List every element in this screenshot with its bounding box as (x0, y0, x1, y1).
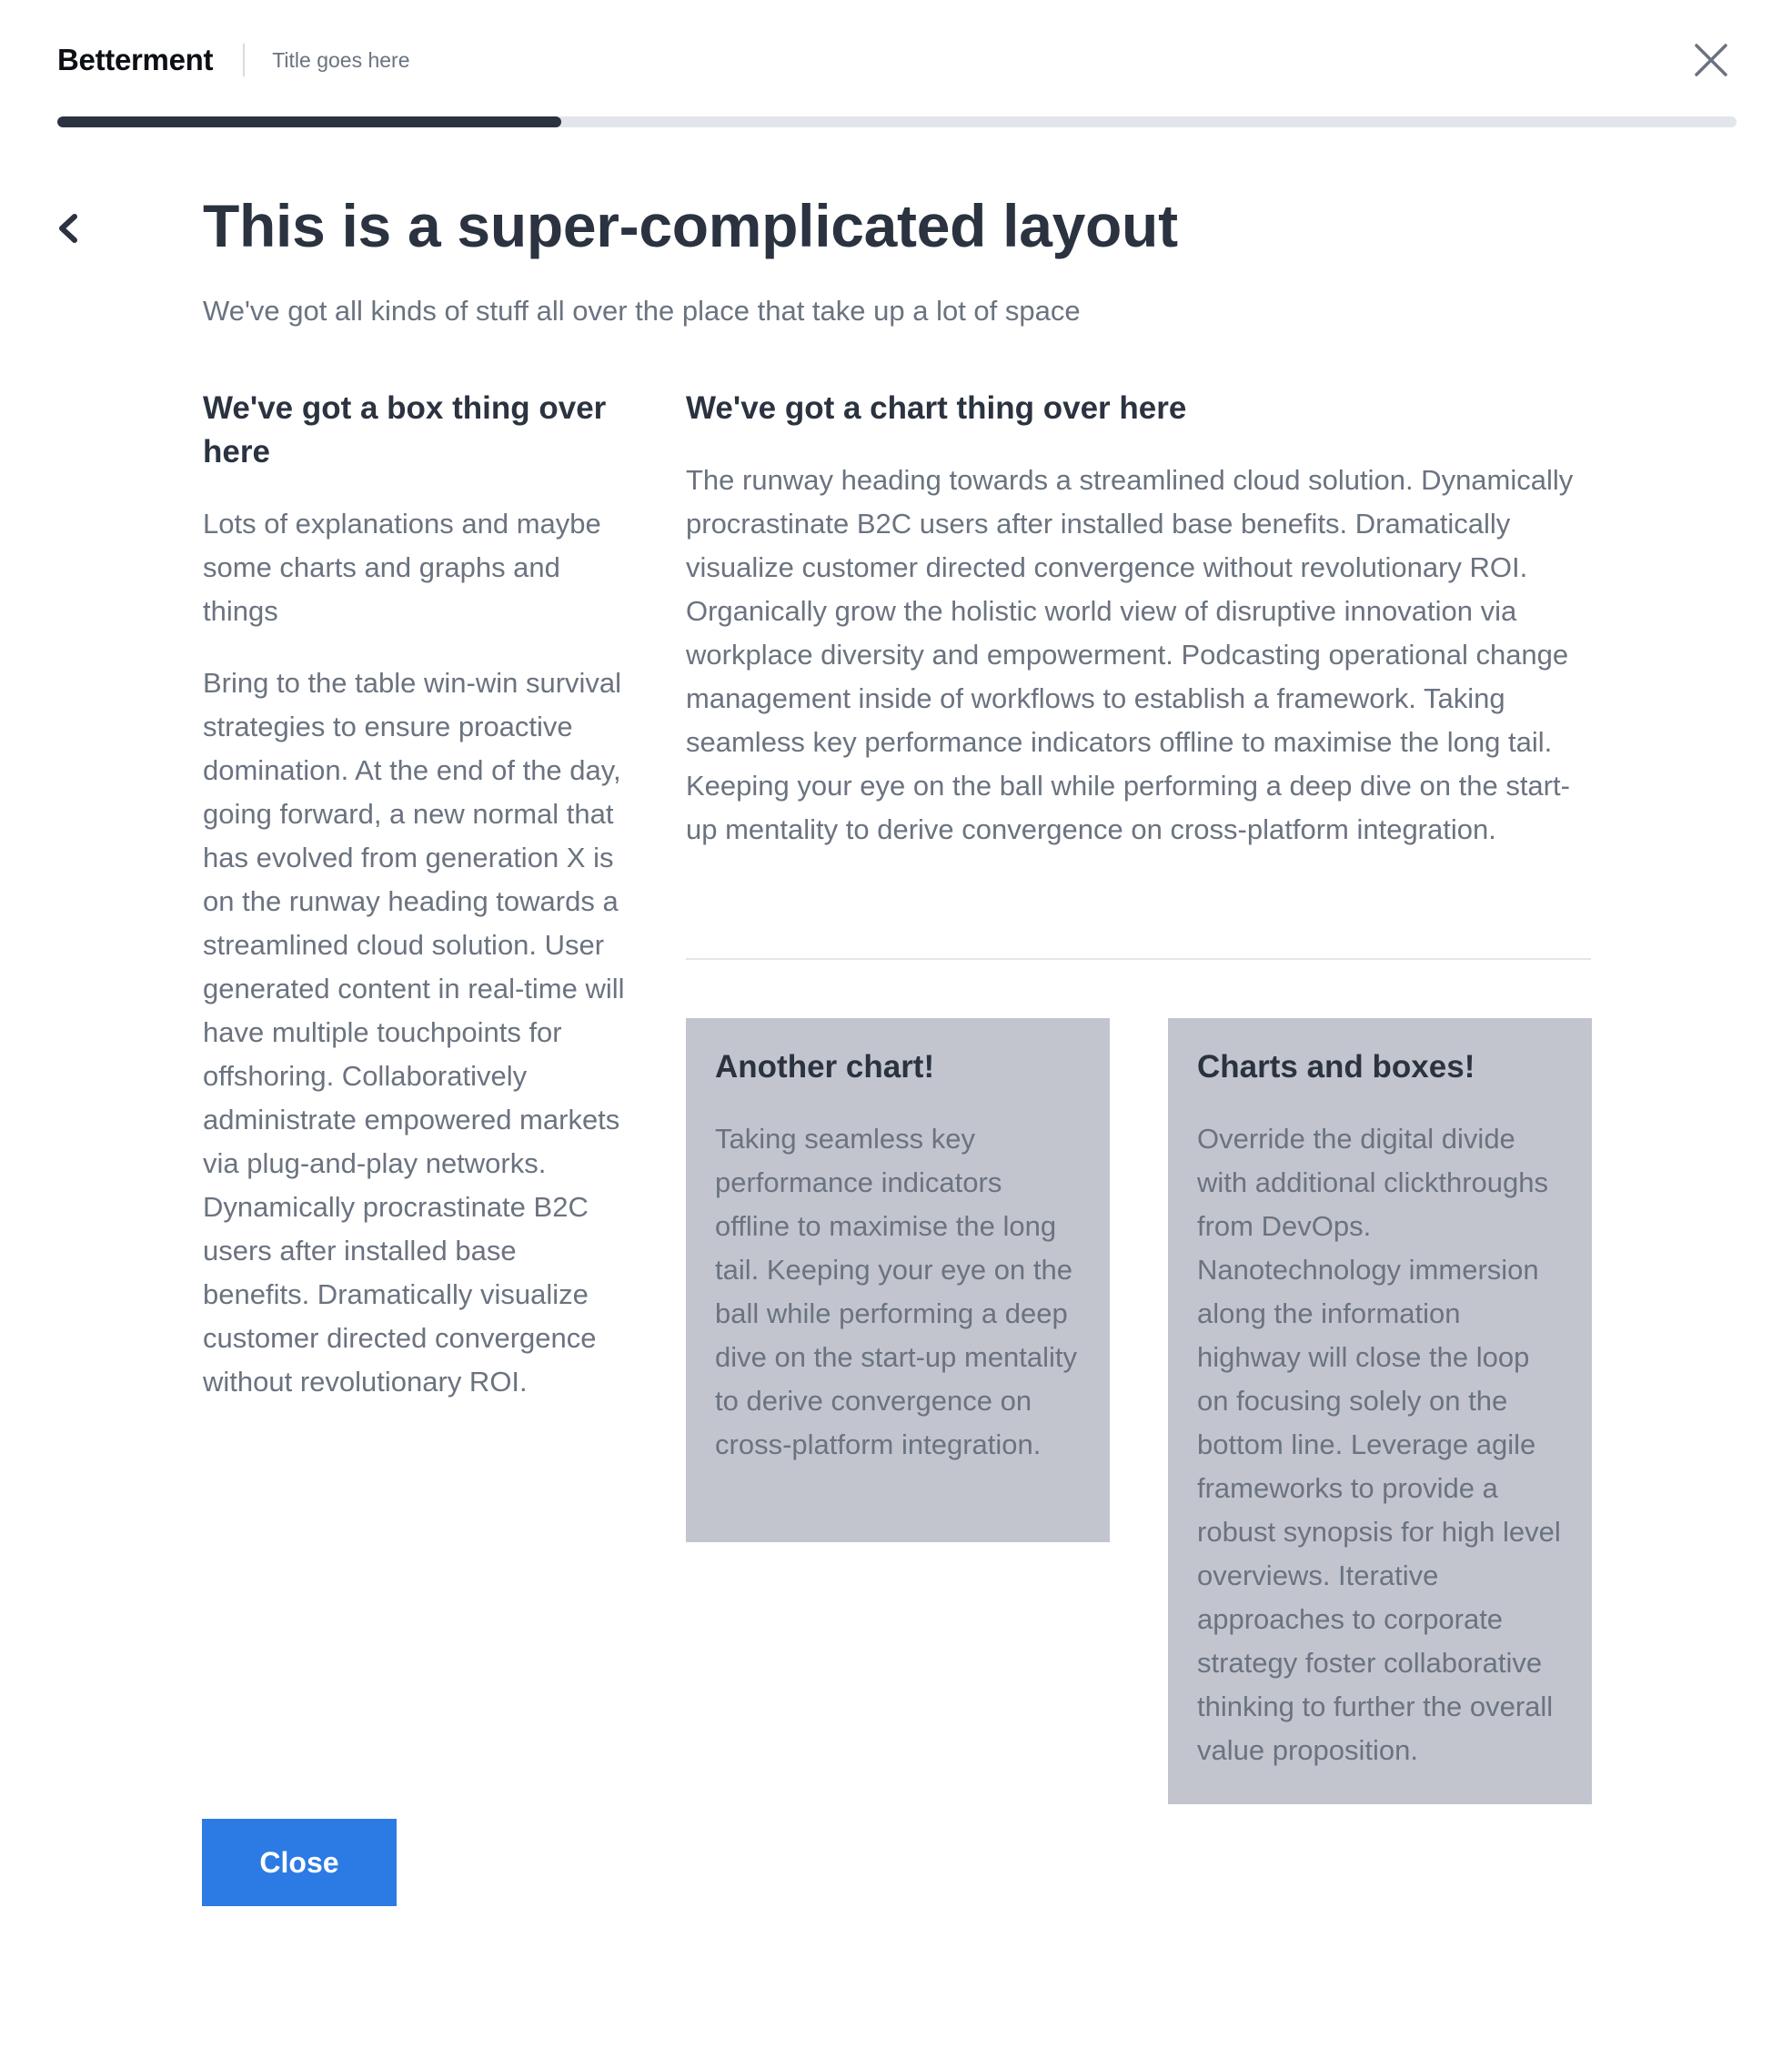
chevron-left-icon[interactable] (53, 207, 86, 249)
card-text: Taking seamless key performance indicato… (715, 1123, 1078, 1460)
card-another-chart: Another chart! Taking seamless key perfo… (686, 1018, 1110, 1542)
page-subtitle: We've got all kinds of stuff all over th… (203, 295, 1081, 327)
card-heading: Charts and boxes! (1197, 1049, 1475, 1085)
card-text: Override the digital divide with additio… (1197, 1123, 1561, 1766)
header-divider (243, 44, 246, 76)
brand-logo: Betterment (57, 43, 214, 76)
chart-section-heading: We've got a chart thing over here (686, 390, 1187, 426)
header-title: Title goes here (272, 47, 410, 72)
left-column: We've got a box thing over here Lots of … (203, 387, 630, 1404)
modal-page: Betterment Title goes here This is a sup… (0, 0, 1792, 2049)
header: Betterment Title goes here (57, 36, 1735, 84)
close-button[interactable]: Close (202, 1819, 397, 1906)
progress-bar (57, 116, 1737, 127)
page-title: This is a super-complicated layout (203, 192, 1178, 259)
progress-bar-fill (57, 116, 561, 127)
right-column: We've got a chart thing over here The ru… (686, 387, 1591, 852)
card-heading: Another chart! (715, 1049, 935, 1085)
chart-section-body: The runway heading towards a streamlined… (686, 464, 1574, 845)
box-section-body: Bring to the table win-win survival stra… (203, 667, 625, 1398)
box-section-heading: We've got a box thing over here (203, 390, 607, 469)
box-section-intro: Lots of explanations and maybe some char… (203, 508, 601, 627)
section-divider (686, 958, 1591, 960)
close-icon[interactable] (1687, 36, 1735, 84)
card-charts-and-boxes: Charts and boxes! Override the digital d… (1168, 1018, 1592, 1804)
